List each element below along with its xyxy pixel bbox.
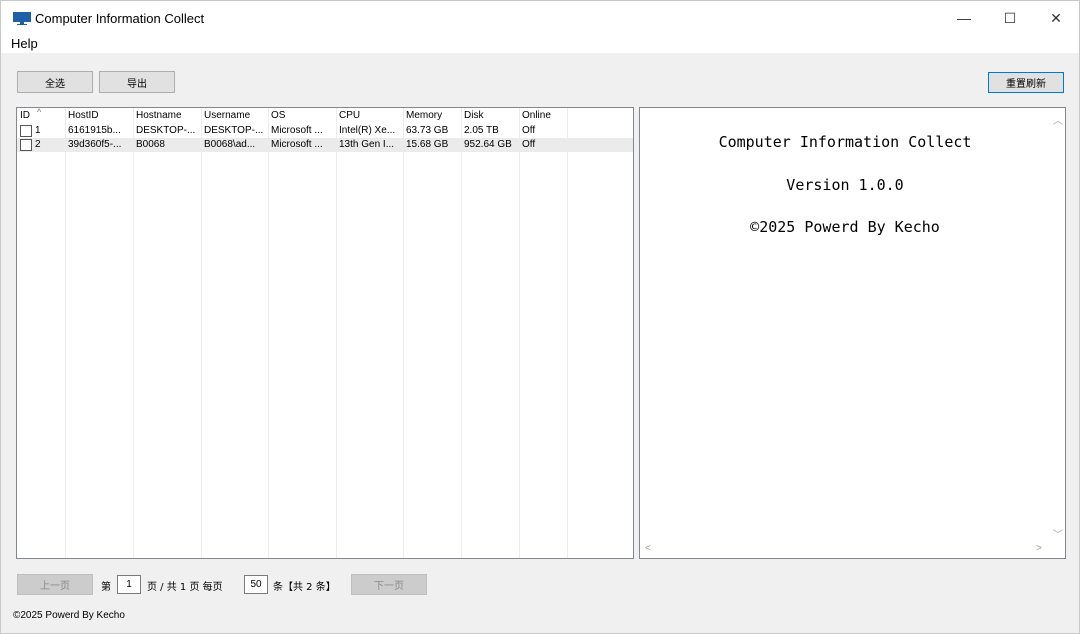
next-page-button[interactable]: 下一页 <box>351 574 427 595</box>
column-divider <box>201 108 202 558</box>
column-header-hostname[interactable]: Hostname <box>136 110 182 121</box>
cell-id: 1 <box>35 125 41 136</box>
page-number-input[interactable]: 1 <box>117 575 141 594</box>
column-header-hostid[interactable]: HostID <box>68 110 99 121</box>
scroll-right-icon[interactable]: > <box>1036 543 1042 554</box>
column-divider <box>268 108 269 558</box>
cell-cpu: Intel(R) Xe... <box>339 125 396 136</box>
cell-disk: 952.64 GB <box>464 139 512 150</box>
host-table[interactable]: ID ^ HostID Hostname Username OS CPU Mem… <box>16 107 634 559</box>
cell-hostname: DESKTOP-... <box>136 125 196 136</box>
column-header-disk[interactable]: Disk <box>464 110 483 121</box>
info-version: Version 1.0.0 <box>786 176 904 194</box>
sort-ascending-icon: ^ <box>37 107 42 117</box>
cell-hostid: 6161915b... <box>68 125 121 136</box>
column-header-os[interactable]: OS <box>271 110 285 121</box>
cell-memory: 15.68 GB <box>406 139 449 150</box>
cell-username: DESKTOP-... <box>204 125 264 136</box>
column-divider <box>336 108 337 558</box>
cell-online: Off <box>522 125 536 136</box>
cell-hostid: 39d360f5-... <box>68 139 122 150</box>
export-button[interactable]: 导出 <box>99 71 175 93</box>
menu-bar: Help <box>1 35 1079 53</box>
cell-memory: 63.73 GB <box>406 125 449 136</box>
row-checkbox[interactable] <box>20 139 32 151</box>
page-size-input[interactable]: 50 <box>244 575 268 594</box>
column-header-cpu[interactable]: CPU <box>339 110 360 121</box>
column-divider <box>461 108 462 558</box>
cell-username: B0068\ad... <box>204 139 256 150</box>
column-divider <box>133 108 134 558</box>
column-divider <box>403 108 404 558</box>
minimize-button[interactable]: — <box>941 1 987 35</box>
status-bar-text: ©2025 Powerd By Kecho <box>13 610 125 621</box>
window-title: Computer Information Collect <box>35 11 205 26</box>
cell-os: Microsoft ... <box>271 125 323 136</box>
menu-help[interactable]: Help <box>11 36 38 51</box>
cell-disk: 2.05 TB <box>464 125 499 136</box>
table-row[interactable]: 1 6161915b... DESKTOP-... DESKTOP-... Mi… <box>17 124 633 138</box>
info-title: Computer Information Collect <box>718 133 972 151</box>
horizontal-scrollbar[interactable]: < > <box>640 541 1065 558</box>
title-bar: Computer Information Collect — ☐ ✕ <box>1 1 1079 35</box>
column-header-memory[interactable]: Memory <box>406 110 442 121</box>
close-button[interactable]: ✕ <box>1033 1 1079 35</box>
column-header-username[interactable]: Username <box>204 110 250 121</box>
row-checkbox[interactable] <box>20 125 32 137</box>
column-header-id[interactable]: ID <box>20 110 30 121</box>
page-prefix-label: 第 <box>101 582 111 593</box>
page-total-label: 页 / 共 1 页 每页 <box>147 582 223 593</box>
refresh-button[interactable]: 重置刷新 <box>988 72 1064 93</box>
scroll-up-icon[interactable]: ︿ <box>1053 112 1063 127</box>
scroll-left-icon[interactable]: < <box>645 543 651 554</box>
prev-page-button[interactable]: 上一页 <box>17 574 93 595</box>
monitor-icon <box>13 12 31 25</box>
table-row[interactable]: 2 39d360f5-... B0068 B0068\ad... Microso… <box>17 138 633 152</box>
column-divider <box>519 108 520 558</box>
cell-online: Off <box>522 139 536 150</box>
cell-hostname: B0068 <box>136 139 165 150</box>
select-all-button[interactable]: 全选 <box>17 71 93 93</box>
table-header: ID ^ HostID Hostname Username OS CPU Mem… <box>17 108 633 124</box>
pagination-bar: 上一页 第 1 页 / 共 1 页 每页 50 条【共 2 条】 下一页 <box>1 574 1079 596</box>
column-divider <box>567 108 568 558</box>
cell-os: Microsoft ... <box>271 139 323 150</box>
column-header-online[interactable]: Online <box>522 110 551 121</box>
vertical-scrollbar[interactable]: ︿ ﹀ <box>1049 108 1065 541</box>
maximize-button[interactable]: ☐ <box>987 1 1033 35</box>
column-divider <box>65 108 66 558</box>
record-count-label: 条【共 2 条】 <box>273 582 336 593</box>
info-panel: Computer Information Collect Version 1.0… <box>639 107 1066 559</box>
app-window: Computer Information Collect — ☐ ✕ Help … <box>0 0 1080 634</box>
cell-id: 2 <box>35 139 41 150</box>
info-copyright: ©2025 Powerd By Kecho <box>750 218 940 236</box>
cell-cpu: 13th Gen I... <box>339 139 395 150</box>
scroll-down-icon[interactable]: ﹀ <box>1053 526 1063 541</box>
